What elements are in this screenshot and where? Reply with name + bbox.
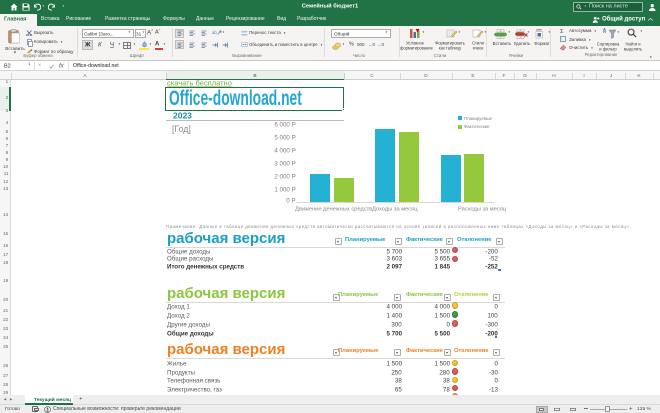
svg-text:свмт: свмт	[536, 28, 543, 32]
